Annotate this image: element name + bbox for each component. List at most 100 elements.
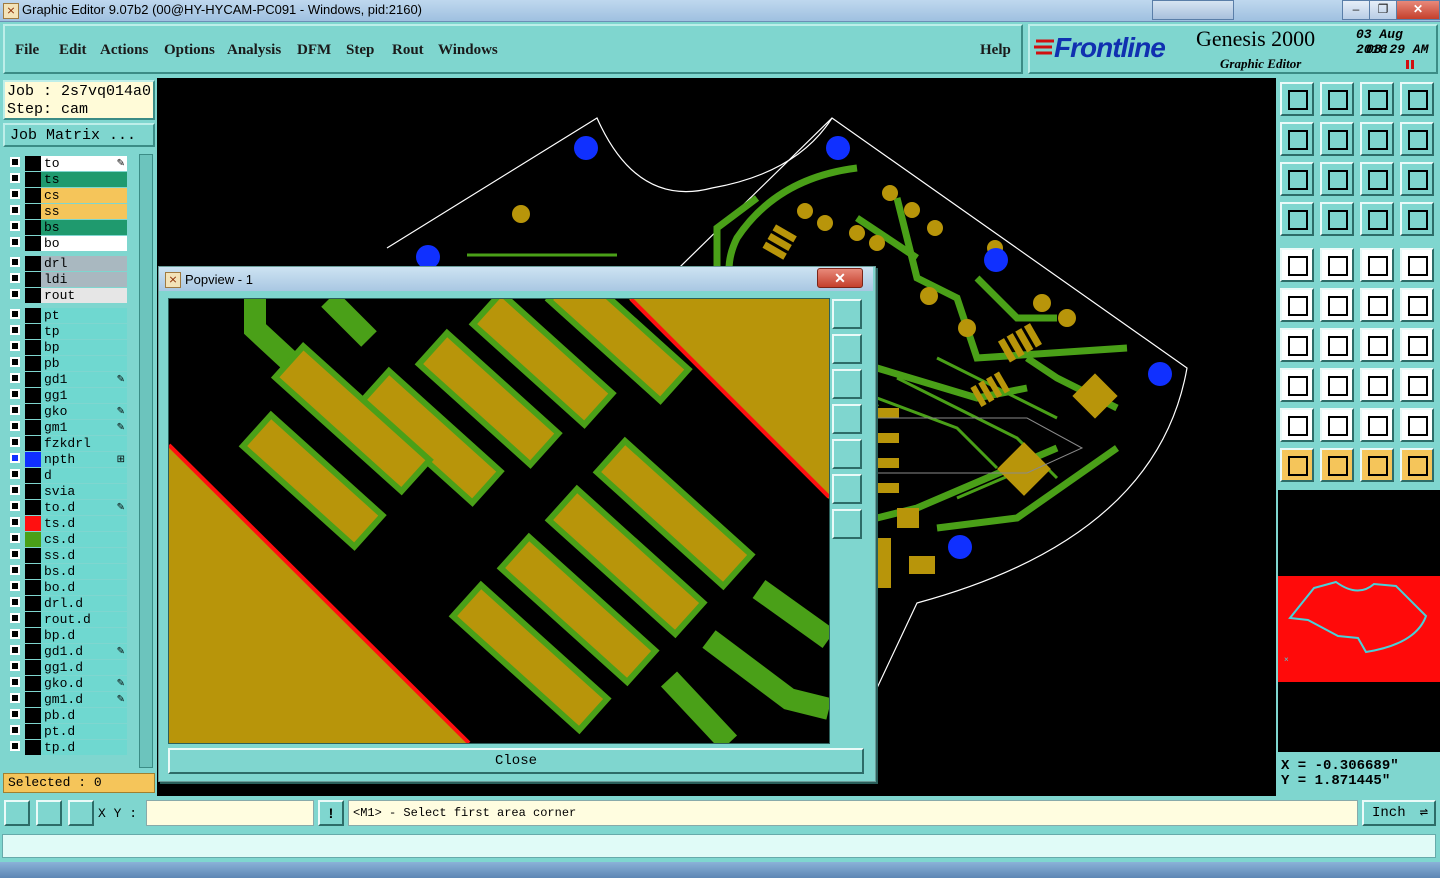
menu-edit[interactable]: Edit [59, 42, 87, 59]
popview-close-icon[interactable]: ✕ [817, 268, 863, 288]
move-icon[interactable] [1280, 368, 1314, 402]
layer-checkbox[interactable] [10, 373, 20, 383]
measure-icon[interactable] [36, 800, 62, 826]
layer-checkbox[interactable] [10, 189, 20, 199]
layer-name[interactable]: gm1.d [41, 692, 127, 707]
layer-name[interactable]: bo [41, 236, 127, 251]
layer-name[interactable]: cs.d [41, 532, 127, 547]
layer-checkbox[interactable] [10, 485, 20, 495]
layer-name[interactable]: ts.d [41, 516, 127, 531]
layer-name[interactable]: gg1.d [41, 660, 127, 675]
overview-map[interactable]: × [1278, 490, 1440, 752]
grid-icon[interactable] [68, 800, 94, 826]
layer-name[interactable]: gm1 [41, 420, 127, 435]
layer-color-swatch[interactable] [25, 436, 41, 451]
layer-color-swatch[interactable] [25, 220, 41, 235]
menu-options[interactable]: Options [164, 42, 215, 59]
layer-color-swatch[interactable] [25, 388, 41, 403]
menu-file[interactable]: File [15, 42, 39, 59]
zoom-center-icon[interactable] [1320, 162, 1354, 196]
popview-pan-up-icon[interactable] [832, 334, 862, 364]
layer-name[interactable]: fzkdrl [41, 436, 127, 451]
layer-name[interactable]: bp [41, 340, 127, 355]
triangle-c-icon[interactable] [1360, 408, 1394, 442]
menu-analysis[interactable]: Analysis [227, 42, 281, 59]
layer-name[interactable]: pt [41, 308, 127, 323]
layer-name[interactable]: ts [41, 172, 127, 187]
close-icon[interactable]: ✕ [1396, 0, 1440, 20]
layer-name[interactable]: ldi [41, 272, 127, 287]
menu-actions[interactable]: Actions [100, 42, 148, 59]
line-draw-icon[interactable] [1320, 248, 1354, 282]
layer-row[interactable]: pb.d [7, 708, 129, 723]
layer-color-swatch[interactable] [25, 172, 41, 187]
layer-color-swatch[interactable] [25, 628, 41, 643]
layer-checkbox[interactable] [10, 273, 20, 283]
layer-name[interactable]: bs [41, 220, 127, 235]
layer-name[interactable]: npth [41, 452, 127, 467]
popview-pan-right-icon[interactable] [832, 439, 862, 469]
line-point-icon[interactable] [1400, 288, 1434, 322]
layer-name[interactable]: bs.d [41, 564, 127, 579]
layer-checkbox[interactable] [10, 237, 20, 247]
layer-row[interactable]: cs.d [7, 532, 129, 547]
layer-checkbox[interactable] [10, 677, 20, 687]
layer-row[interactable]: gd1 ✎ [7, 372, 129, 387]
layer-color-swatch[interactable] [25, 188, 41, 203]
layer-color-swatch[interactable] [25, 676, 41, 691]
layer-checkbox[interactable] [10, 469, 20, 479]
layer-checkbox[interactable] [10, 645, 20, 655]
import-icon[interactable] [1280, 122, 1314, 156]
layer-row[interactable]: bp.d [7, 628, 129, 643]
layer-checkbox[interactable] [10, 205, 20, 215]
layer-row[interactable]: ss.d [7, 548, 129, 563]
layer-color-swatch[interactable] [25, 468, 41, 483]
layer-name[interactable]: bp.d [41, 628, 127, 643]
layer-checkbox[interactable] [10, 157, 20, 167]
group-icon[interactable] [1400, 368, 1434, 402]
layer-color-swatch[interactable] [25, 288, 41, 303]
help-question-icon[interactable] [1400, 162, 1434, 196]
layer-checkbox[interactable] [10, 289, 20, 299]
layer-row[interactable]: drl [7, 256, 129, 271]
layer-row[interactable]: svia [7, 484, 129, 499]
maximize-icon[interactable]: ❐ [1369, 0, 1397, 20]
layer-color-swatch[interactable] [25, 308, 41, 323]
scale-1-2-icon[interactable] [1360, 162, 1394, 196]
layer-checkbox[interactable] [10, 533, 20, 543]
pointer-multi-icon[interactable] [1400, 448, 1434, 482]
layer-row[interactable]: tp.d [7, 740, 129, 755]
step-icon[interactable] [1360, 122, 1394, 156]
layer-checkbox[interactable] [10, 741, 20, 751]
layer-name[interactable]: rout [41, 288, 127, 303]
layer-checkbox[interactable] [10, 257, 20, 267]
popview-pan-down-icon[interactable] [832, 369, 862, 399]
layer-color-swatch[interactable] [25, 156, 41, 171]
layer-color-swatch[interactable] [25, 372, 41, 387]
save-icon[interactable] [1320, 82, 1354, 116]
pointer-circle-icon[interactable] [1360, 448, 1394, 482]
layer-checkbox[interactable] [10, 341, 20, 351]
arc-icon[interactable] [1360, 328, 1394, 362]
layer-color-swatch[interactable] [25, 612, 41, 627]
menu-windows[interactable]: Windows [438, 42, 498, 59]
ruler-icon[interactable] [1360, 248, 1394, 282]
pointer-box-icon[interactable] [1320, 448, 1354, 482]
layer-name[interactable]: gko.d [41, 676, 127, 691]
menu-dfm[interactable]: DFM [297, 42, 331, 59]
layer-color-swatch[interactable] [25, 596, 41, 611]
popview-close-button[interactable]: Close [168, 748, 864, 774]
layer-row[interactable]: ts.d [7, 516, 129, 531]
grid-view-icon[interactable] [1320, 202, 1354, 236]
layer-checkbox[interactable] [10, 517, 20, 527]
layer-name[interactable]: drl.d [41, 596, 127, 611]
layer-color-swatch[interactable] [25, 500, 41, 515]
layer-row[interactable]: bo.d [7, 580, 129, 595]
minimize-icon[interactable]: – [1342, 0, 1370, 20]
layer-color-swatch[interactable] [25, 272, 41, 287]
layer-name[interactable]: svia [41, 484, 127, 499]
layer-color-swatch[interactable] [25, 340, 41, 355]
layer-name[interactable]: bo.d [41, 580, 127, 595]
layer-checkbox[interactable] [10, 173, 20, 183]
layer-color-swatch[interactable] [25, 740, 41, 755]
